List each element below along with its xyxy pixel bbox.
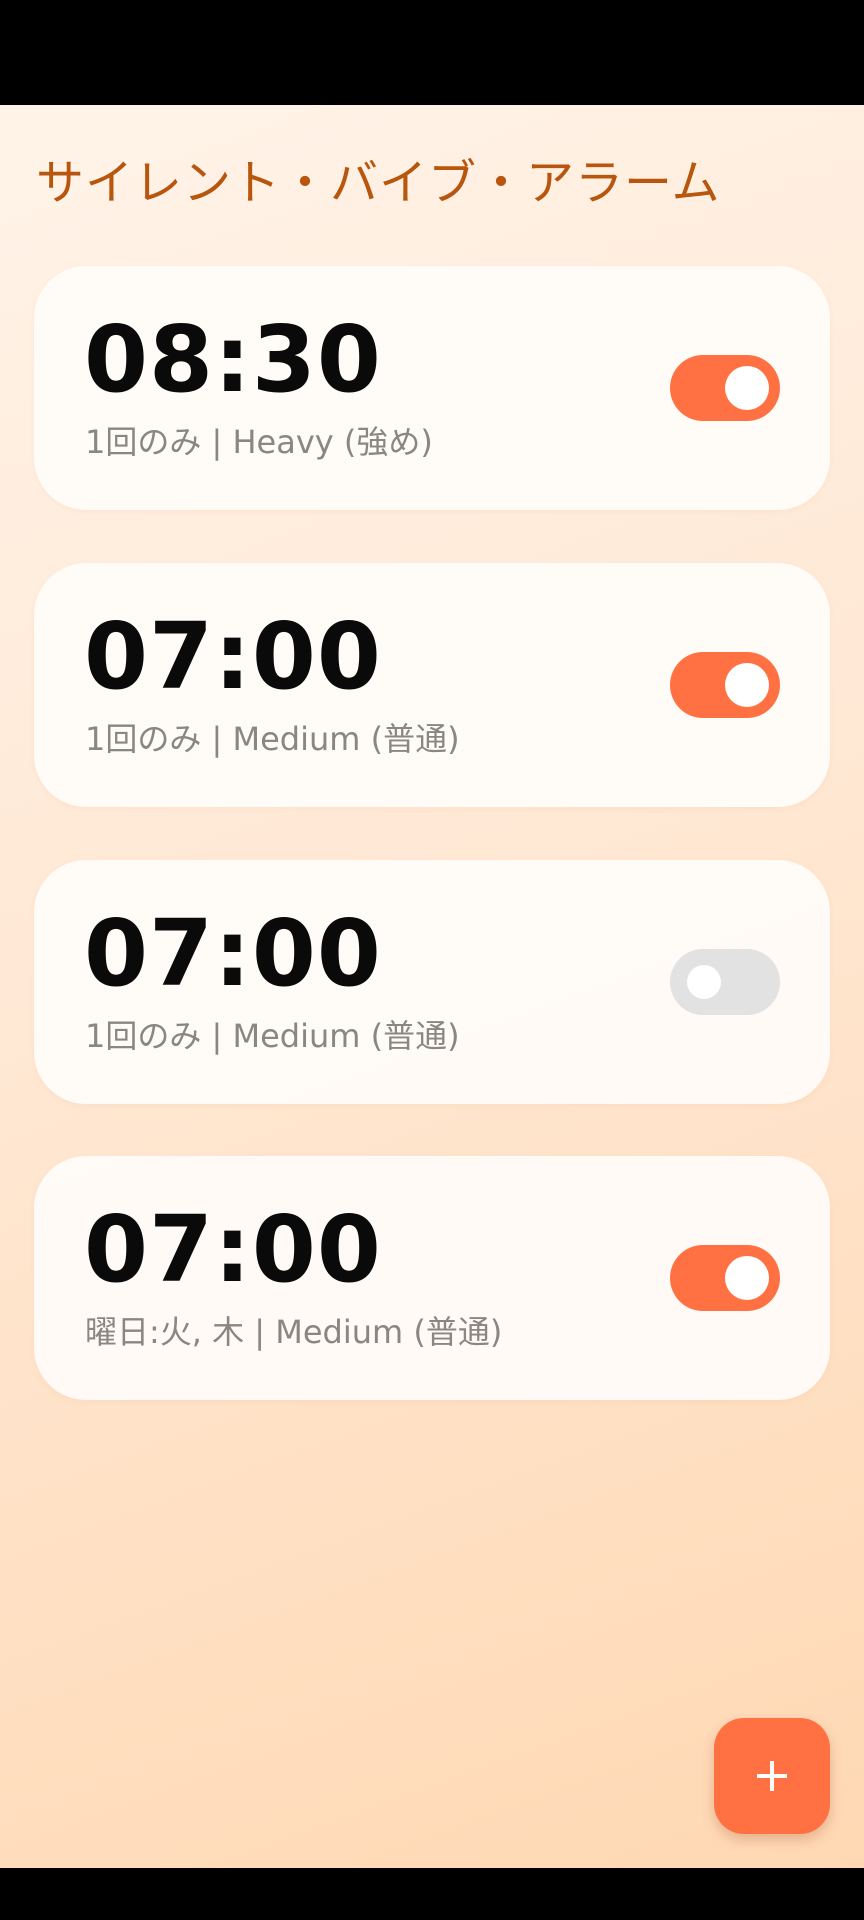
toggle-knob <box>725 1256 769 1300</box>
alarm-detail: 曜日:火, 木 | Medium (普通) <box>85 1313 503 1351</box>
navigation-bar <box>0 1868 864 1920</box>
alarm-time: 07:00 <box>84 603 382 710</box>
alarm-detail: 1回のみ | Medium (普通) <box>85 720 460 758</box>
alarm-toggle[interactable] <box>670 1245 780 1311</box>
alarm-time: 08:30 <box>84 306 382 413</box>
alarm-card[interactable]: 08:30 1回のみ | Heavy (強め) <box>34 266 830 510</box>
alarm-toggle[interactable] <box>670 652 780 718</box>
app-screen: サイレント・バイブ・アラーム 08:30 1回のみ | Heavy (強め) 0… <box>0 105 864 1868</box>
toggle-knob <box>725 366 769 410</box>
alarm-detail: 1回のみ | Heavy (強め) <box>85 423 433 461</box>
alarm-card[interactable]: 07:00 曜日:火, 木 | Medium (普通) <box>34 1156 830 1400</box>
alarm-toggle[interactable] <box>670 355 780 421</box>
alarm-card[interactable]: 07:00 1回のみ | Medium (普通) <box>34 860 830 1104</box>
alarm-toggle[interactable] <box>670 949 780 1015</box>
add-alarm-button[interactable] <box>714 1718 830 1834</box>
alarm-time: 07:00 <box>84 900 382 1007</box>
alarm-detail: 1回のみ | Medium (普通) <box>85 1017 460 1055</box>
alarm-time: 07:00 <box>84 1196 382 1303</box>
toggle-knob <box>725 663 769 707</box>
status-bar <box>0 0 864 105</box>
alarm-card[interactable]: 07:00 1回のみ | Medium (普通) <box>34 563 830 807</box>
toggle-knob <box>687 965 721 999</box>
app-title: サイレント・バイブ・アラーム <box>36 155 721 211</box>
